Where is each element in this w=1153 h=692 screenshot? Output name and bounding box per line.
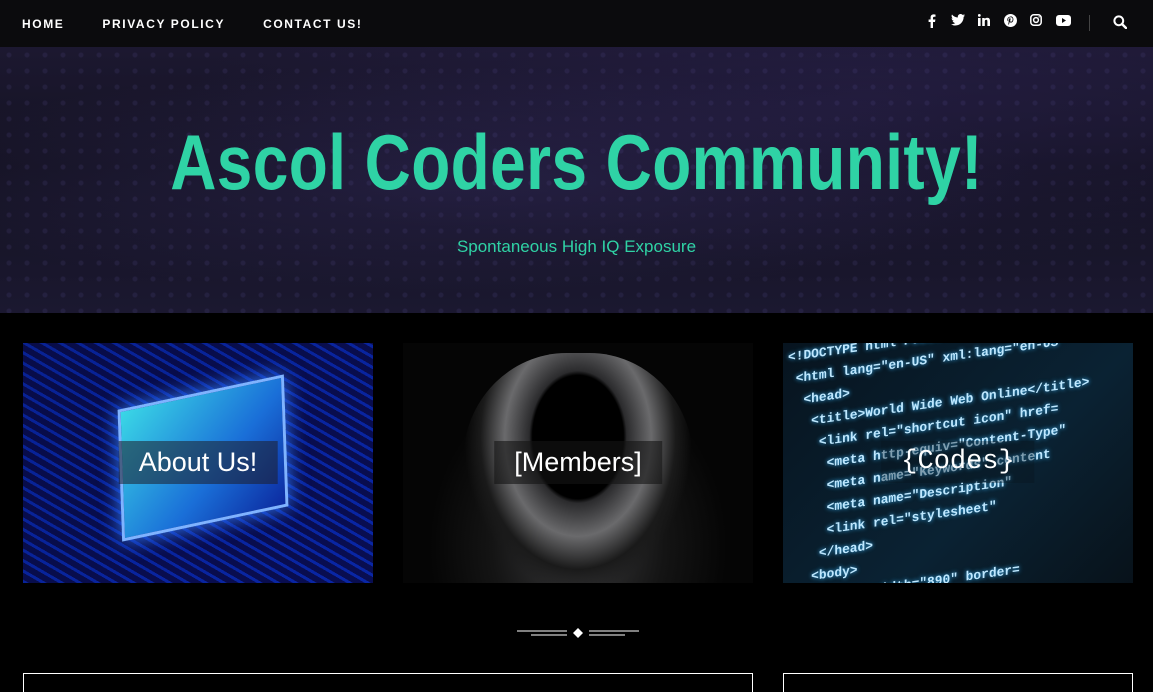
sidebar-box: [783, 673, 1133, 692]
top-navigation-bar: HOME PRIVACY POLICY CONTACT US!: [0, 0, 1153, 47]
instagram-icon[interactable]: [1029, 14, 1043, 30]
feature-about-us[interactable]: About Us!: [23, 343, 373, 583]
twitter-icon[interactable]: [951, 14, 965, 30]
linkedin-icon[interactable]: [977, 14, 991, 30]
feature-label: {Codes}: [881, 441, 1035, 483]
feature-codes[interactable]: <!DOCTYPE html PUBLIC "-//W3C//DTD <html…: [783, 343, 1133, 583]
feature-label: About Us!: [118, 441, 278, 484]
nav-divider: [1089, 15, 1090, 31]
main-nav: HOME PRIVACY POLICY CONTACT US!: [22, 17, 400, 31]
feature-label: [Members]: [494, 441, 662, 484]
section-divider-ornament: [517, 626, 639, 638]
nav-home[interactable]: HOME: [22, 17, 64, 31]
facebook-icon[interactable]: [925, 14, 939, 30]
search-icon[interactable]: [1113, 15, 1129, 31]
site-title[interactable]: Ascol Coders Community!: [104, 117, 1049, 208]
nav-contact-us[interactable]: CONTACT US!: [263, 17, 362, 31]
youtube-icon[interactable]: [1055, 14, 1071, 30]
social-links: [913, 14, 1071, 30]
feature-members[interactable]: [Members]: [403, 343, 753, 583]
site-tagline: Spontaneous High IQ Exposure: [456, 237, 697, 256]
site-header: Ascol Coders Community! Spontaneous High…: [0, 47, 1153, 313]
main-content-box: [23, 673, 753, 692]
nav-privacy-policy[interactable]: PRIVACY POLICY: [102, 17, 225, 31]
pinterest-icon[interactable]: [1003, 14, 1017, 30]
